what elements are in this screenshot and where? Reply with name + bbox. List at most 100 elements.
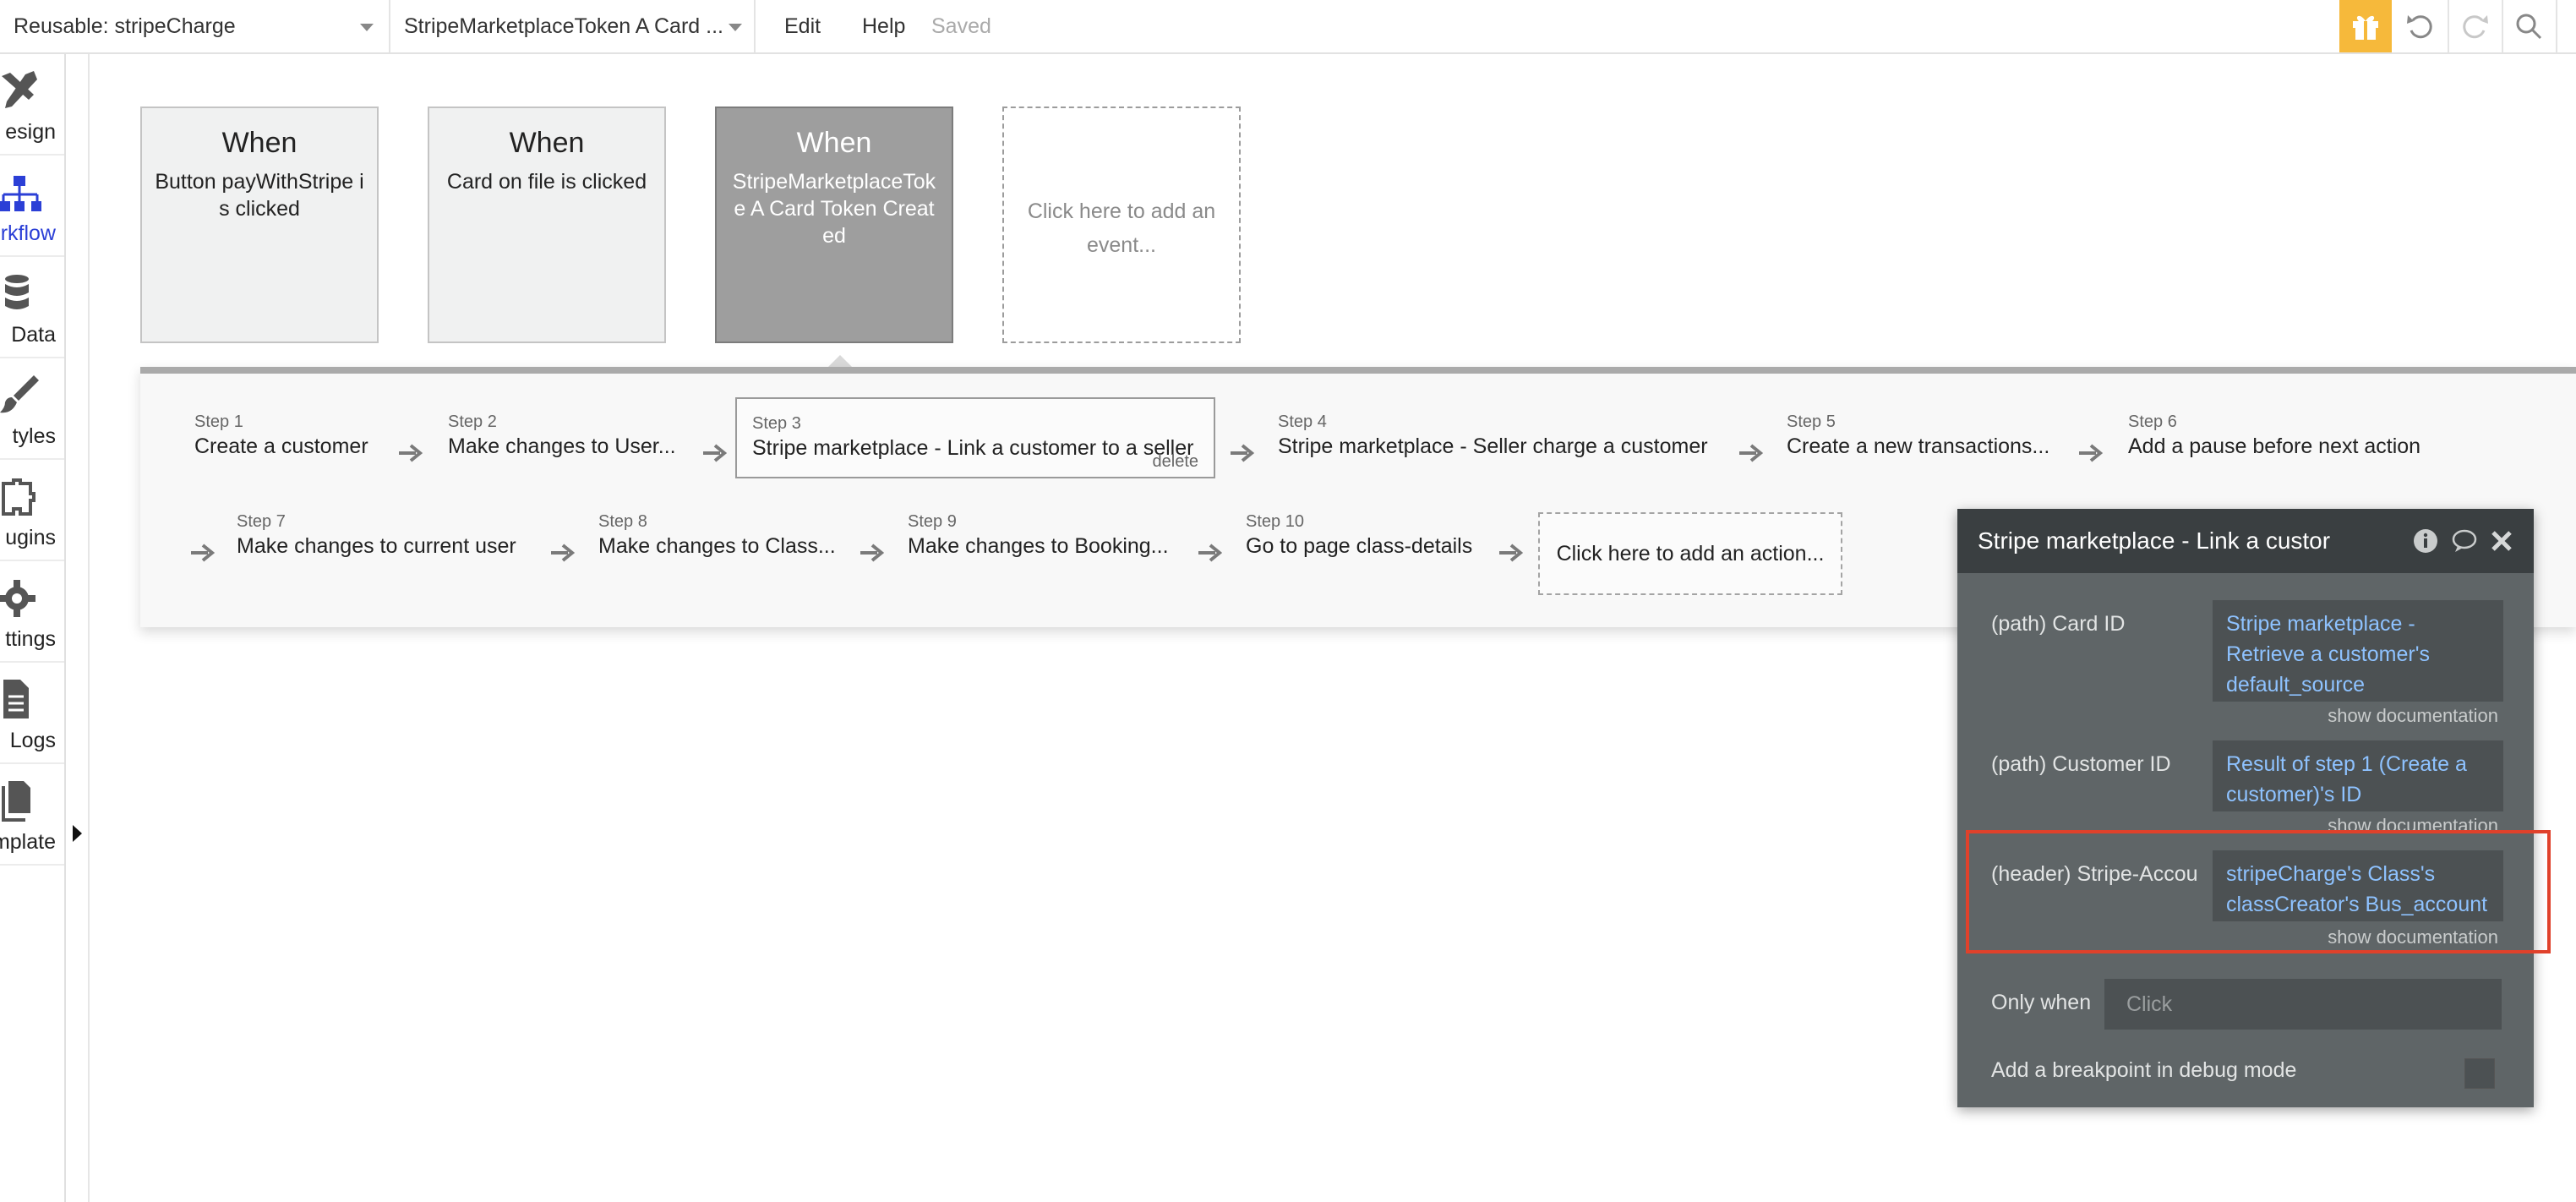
document-icon — [3, 680, 29, 718]
sidebar-item-data[interactable]: Data — [0, 257, 64, 358]
step-title: Make changes to current user — [237, 534, 516, 558]
step-title: Stripe marketplace - Link a customer to … — [752, 436, 1194, 460]
gift-button[interactable] — [2339, 0, 2392, 52]
workflow-step[interactable]: Step 1 Create a customer — [194, 397, 389, 478]
workflow-step[interactable]: Step 9 Make changes to Booking... — [908, 497, 1195, 578]
step-title: Create a customer — [194, 434, 368, 458]
undo-button[interactable] — [2395, 0, 2446, 52]
step-number: Step 5 — [1787, 413, 1836, 431]
sidebar-item-label: rkflow — [0, 221, 56, 245]
sidebar-item-label: esign — [5, 120, 56, 144]
undo-icon — [2407, 15, 2432, 39]
brush-icon — [0, 375, 39, 413]
save-status: Saved — [931, 14, 991, 38]
close-icon[interactable] — [2488, 527, 2515, 555]
step-number: Step 8 — [598, 512, 647, 531]
event-when-label: When — [796, 127, 872, 159]
sidebar-item-label: Logs — [9, 729, 56, 752]
arrow-right-icon — [551, 544, 575, 562]
arrow-right-icon — [703, 444, 727, 462]
highlight-box — [1966, 830, 2551, 953]
step-title: Make changes to Booking... — [908, 534, 1169, 558]
divider — [754, 0, 756, 52]
customer-id-expression[interactable]: Result of step 1 (Create a customer)'s I… — [2213, 740, 2503, 811]
event-when-label: When — [221, 127, 297, 159]
event-when-label: When — [509, 127, 585, 159]
arrow-right-icon — [399, 444, 423, 462]
sidebar-item-settings[interactable]: ttings — [0, 561, 64, 663]
show-documentation-link[interactable]: show documentation — [2328, 705, 2498, 727]
sidebar-item-styles[interactable]: tyles — [0, 358, 64, 460]
sidebar-item-label: ugins — [5, 526, 56, 549]
step-number: Step 1 — [194, 413, 243, 431]
design-icon — [2, 71, 37, 108]
chevron-down-icon — [360, 24, 374, 31]
field-label: (path) Card ID — [1991, 612, 2126, 636]
expand-sidebar-icon[interactable] — [73, 825, 82, 842]
breakpoint-label: Add a breakpoint in debug mode — [1991, 1058, 2297, 1082]
gift-icon — [2353, 15, 2378, 40]
page-dropdown[interactable]: Reusable: stripeCharge — [14, 0, 377, 52]
copy-icon — [2, 781, 30, 822]
workflow-step[interactable]: Step 7 Make changes to current user — [237, 497, 541, 578]
event-dropdown[interactable]: StripeMarketplaceToken A Card ... — [404, 0, 742, 52]
sidebar-item-design[interactable]: esign — [0, 54, 64, 156]
sidebar-item-logs[interactable]: Logs — [0, 663, 64, 764]
step-title: Go to page class-details — [1246, 534, 1473, 558]
step-number: Step 10 — [1246, 512, 1304, 531]
menu-edit[interactable]: Edit — [784, 0, 821, 52]
sidebar-item-workflow[interactable]: rkflow — [0, 156, 64, 257]
workflow-step-selected[interactable]: Step 3 Stripe marketplace - Link a custo… — [735, 397, 1215, 478]
step-title: Add a pause before next action — [2128, 434, 2421, 458]
step-number: Step 4 — [1278, 413, 1327, 431]
top-bar: Reusable: stripeCharge StripeMarketplace… — [0, 0, 2576, 54]
workflow-step[interactable]: Step 5 Create a new transactions... — [1787, 397, 2074, 478]
property-editor-header: Stripe marketplace - Link a custor — [1957, 509, 2534, 573]
event-card-selected[interactable]: When StripeMarketplaceToke A Card Token … — [715, 107, 953, 343]
step-title: Stripe marketplace - Seller charge a cus… — [1278, 434, 1708, 458]
step-title: Make changes to User... — [448, 434, 676, 458]
breakpoint-checkbox[interactable] — [2464, 1058, 2495, 1089]
workflow-step[interactable]: Step 2 Make changes to User... — [448, 397, 693, 478]
redo-icon — [2463, 15, 2488, 39]
add-action-button[interactable]: Click here to add an action... — [1538, 512, 1842, 595]
workflow-step[interactable]: Step 4 Stripe marketplace - Seller charg… — [1278, 397, 1734, 478]
sidebar-item-label: mplate — [0, 830, 56, 854]
event-description: Card on file is clicked — [446, 170, 647, 194]
arrow-right-icon — [2079, 444, 2103, 462]
info-icon[interactable] — [2412, 527, 2439, 555]
only-when-input[interactable]: Click — [2104, 979, 2502, 1030]
sidebar-item-template[interactable]: mplate — [0, 764, 64, 866]
event-card[interactable]: When Button payWithStripe is clicked — [140, 107, 379, 343]
search-button[interactable] — [2503, 0, 2554, 52]
menu-help[interactable]: Help — [862, 0, 905, 52]
divider — [2556, 0, 2557, 52]
add-event-button[interactable]: Click here to add an event... — [1002, 107, 1241, 343]
arrow-right-icon — [1499, 544, 1523, 562]
property-editor-title: Stripe marketplace - Link a custor — [1978, 527, 2331, 554]
step-number: Step 3 — [752, 414, 801, 433]
gear-icon — [0, 580, 35, 617]
step-number: Step 2 — [448, 413, 497, 431]
selected-event-pointer — [828, 355, 852, 367]
sidebar-item-label: ttings — [5, 627, 56, 651]
step-number: Step 7 — [237, 512, 286, 531]
delete-step-link[interactable]: delete — [1153, 452, 1199, 472]
redo-button[interactable] — [2449, 0, 2500, 52]
property-editor: Stripe marketplace - Link a custor (path… — [1957, 509, 2534, 1107]
step-title: Make changes to Class... — [598, 534, 836, 558]
workflow-step[interactable]: Step 6 Add a pause before next action — [2128, 397, 2500, 478]
left-sidebar: esign rkflow Data tyles ugins ttings Log… — [0, 54, 66, 1202]
sidebar-item-plugins[interactable]: ugins — [0, 460, 64, 561]
sidebar-item-label: Data — [11, 323, 56, 347]
step-number: Step 6 — [2128, 413, 2177, 431]
plugin-icon — [2, 478, 35, 516]
workflow-step[interactable]: Step 10 Go to page class-details — [1246, 497, 1499, 578]
search-icon — [2516, 14, 2542, 40]
card-id-expression[interactable]: Stripe marketplace - Retrieve a customer… — [2213, 600, 2503, 702]
field-label: (path) Customer ID — [1991, 752, 2171, 776]
workflow-step[interactable]: Step 8 Make changes to Class... — [598, 497, 852, 578]
event-card[interactable]: When Card on file is clicked — [428, 107, 666, 343]
step-number: Step 9 — [908, 512, 957, 531]
comment-icon[interactable] — [2451, 527, 2478, 555]
